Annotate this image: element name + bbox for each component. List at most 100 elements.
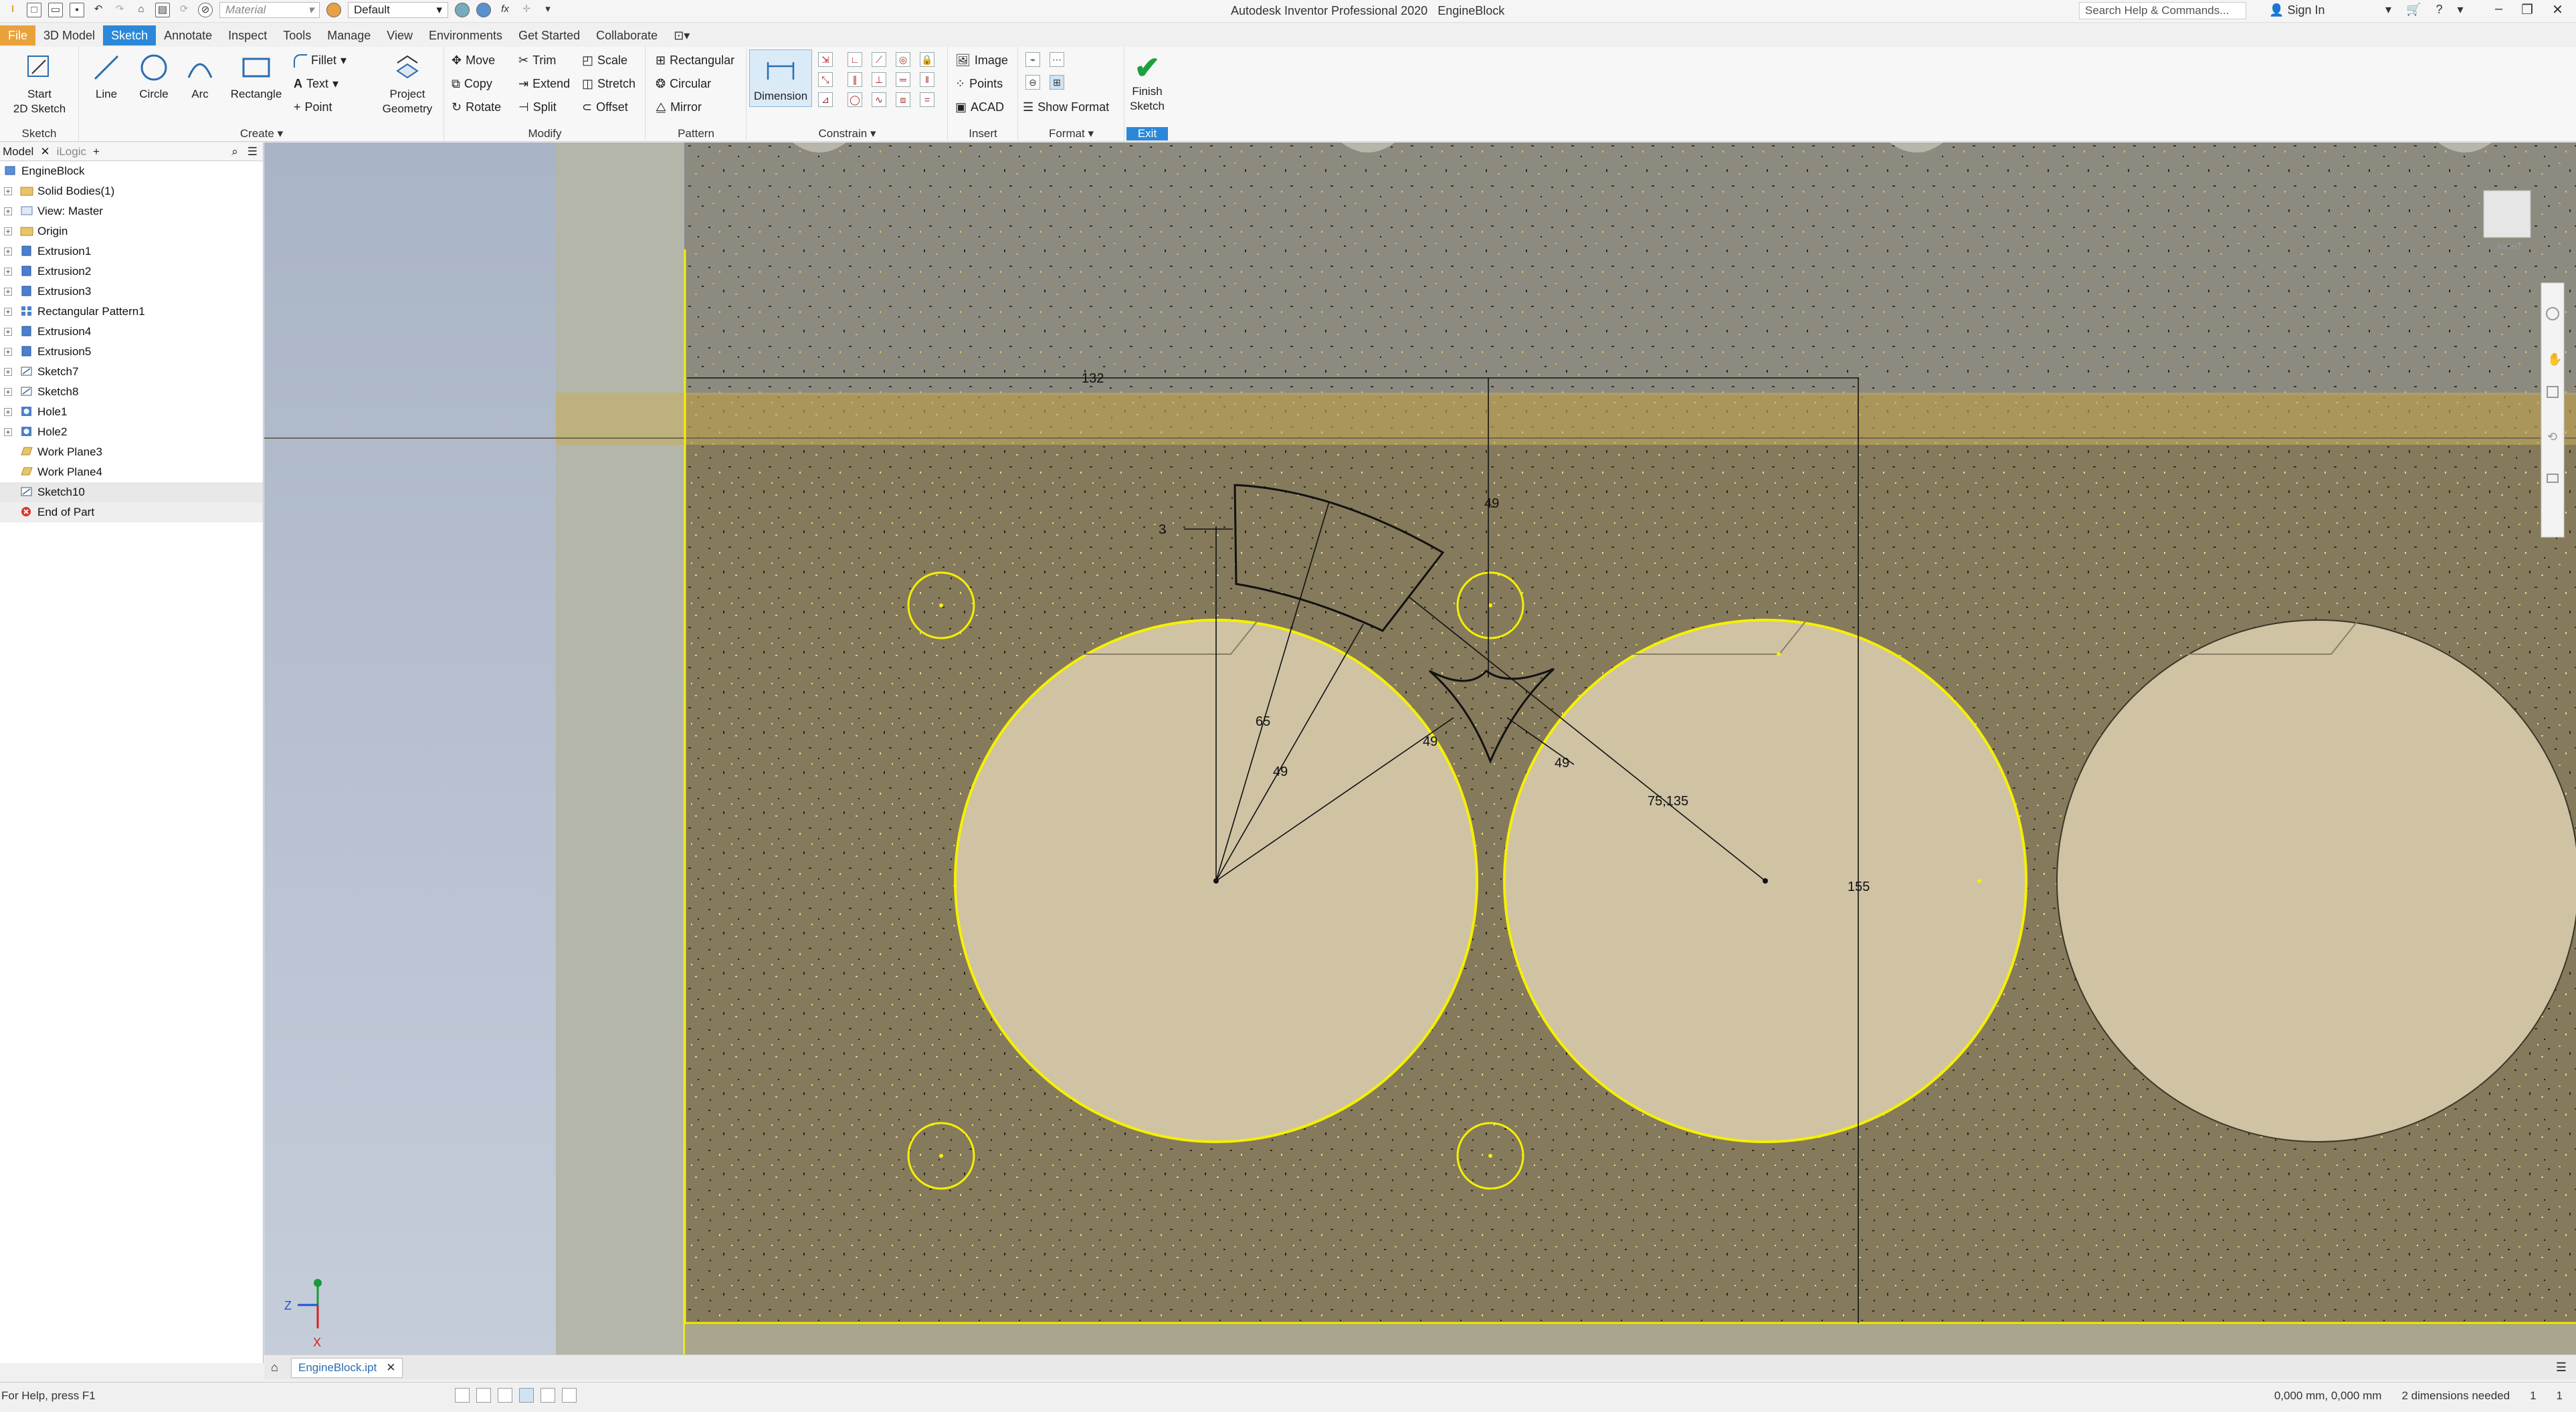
rotate-button[interactable]: ↻ Rotate [452,100,501,114]
orbit-icon[interactable]: ⟲ [2547,430,2557,444]
center-point-icon[interactable]: ⊖ [1025,75,1040,90]
infer-constraints-icon[interactable] [519,1388,534,1403]
parallel-icon[interactable]: ∥ [848,72,862,87]
offset-button[interactable]: ⊂ Offset [582,100,628,114]
undo-icon[interactable]: ↶ [91,3,106,17]
start-2d-sketch-button[interactable]: Start 2D Sketch [9,51,70,116]
horizontal-icon[interactable]: ═ [896,72,910,87]
minimize-icon[interactable]: – [2495,1,2502,18]
sketch-point[interactable] [1777,652,1781,656]
ribbon-options-icon[interactable]: ⊡▾ [666,25,698,45]
open-file-icon[interactable]: ▭ [48,3,63,17]
dimension-75-135[interactable]: 75,135 [1648,794,1688,809]
circle-button[interactable]: Circle [130,51,177,102]
document-tab[interactable]: EngineBlock.ipt ✕ [291,1358,403,1378]
dimension-49-a[interactable]: 49 [1273,765,1288,779]
tree-item-hole1[interactable]: + Hole1 [0,402,263,422]
tree-item-extrusion4[interactable]: + Extrusion4 [0,322,263,342]
search-icon[interactable]: ⌕ [231,145,238,159]
help-icon[interactable]: ? [2436,3,2442,17]
rectangle-button[interactable]: Rectangle [223,51,290,102]
adjust-icon[interactable] [455,3,470,17]
close-icon[interactable]: ✕ [386,1361,395,1375]
show-format-button[interactable]: ☰ Show Format [1023,100,1109,114]
tab-list-icon[interactable]: ☰ [2556,1360,2567,1375]
restore-icon[interactable]: ❐ [2521,1,2533,18]
tree-item-hole2[interactable]: + Hole2 [0,422,263,442]
chevron-down-icon[interactable]: ▾ [2457,3,2463,17]
sketch-point[interactable] [1977,879,1981,883]
close-icon[interactable]: ✕ [40,145,49,159]
dof-display-icon[interactable] [498,1388,512,1403]
auto-dimension-icon[interactable]: ⇲ [818,52,833,67]
dimension-49-c[interactable]: 49 [1555,756,1569,771]
redo-icon[interactable]: ↷ [112,3,127,17]
coincident-icon[interactable]: ∟ [848,52,862,67]
fillet-button[interactable]: Fillet ▾ [294,54,346,68]
expand-icon[interactable]: + [4,227,12,235]
tree-item-origin[interactable]: + Origin [0,221,263,241]
expand-icon[interactable]: + [4,187,12,195]
rectangular-pattern-button[interactable]: ⊞ Rectangular [656,54,734,68]
material-combo[interactable]: Material ▾ [219,2,320,18]
graphics-viewport[interactable]: 132 49 3 65 49 49 49 75,135 155 RIGHT ✋ … [264,142,2576,1354]
extend-button[interactable]: ⇥ Extend [518,77,570,91]
expand-icon[interactable]: + [4,408,12,416]
driven-dimension-icon[interactable]: ⊞ [1050,75,1064,90]
tree-item-rectangular-pattern1[interactable]: + Rectangular Pattern1 [0,302,263,322]
navigation-bar[interactable]: ✋ ⟲ [2541,282,2565,538]
constraint-settings-icon[interactable]: ⊿ [818,92,833,107]
add-icon[interactable]: ✛ [519,3,534,17]
expand-icon[interactable]: + [4,247,12,256]
grid-snap-icon[interactable] [455,1388,470,1403]
appearance-combo[interactable]: Default ▾ [348,2,448,18]
finish-sketch-button[interactable]: ✔ Finish Sketch [1126,51,1168,114]
tab-collaborate[interactable]: Collaborate [588,25,666,45]
tab-file[interactable]: File [0,25,36,45]
expand-icon[interactable]: + [4,388,12,396]
tree-item-sketch8[interactable]: + Sketch8 [0,382,263,402]
app-logo-icon[interactable]: I [5,3,20,17]
concentric-icon[interactable]: ◎ [896,52,910,67]
point-button[interactable]: + Point [294,100,332,114]
tab-sketch[interactable]: Sketch [103,25,157,45]
collinear-icon[interactable]: ⟋ [872,52,886,67]
dimension-3[interactable]: 3 [1159,522,1166,537]
home-icon[interactable]: ⌂ [271,1360,278,1375]
symmetric-icon[interactable]: ⧈ [896,92,910,107]
centerline-icon[interactable]: ⋯ [1050,52,1064,67]
cart-icon[interactable]: 🛒 [2406,3,2421,17]
update-icon[interactable]: ⟳ [177,3,191,17]
insert-image-button[interactable]: 🖼 Image [955,54,1008,68]
insert-acad-button[interactable]: ▣ ACAD [955,100,1004,114]
fix-icon[interactable]: 🔒 [920,52,934,67]
move-button[interactable]: ✥ Move [452,54,495,68]
line-button[interactable]: Line [86,51,126,102]
tab-model[interactable]: Model [3,145,33,159]
dimension-button[interactable]: Dimension [749,49,812,107]
tree-item-view-master[interactable]: + View: Master [0,201,263,221]
expand-icon[interactable]: + [4,308,12,316]
tab-view[interactable]: View [379,25,421,45]
tab-ilogic[interactable]: iLogic [57,145,86,159]
tree-root-engineblock[interactable]: EngineBlock [0,161,263,181]
persist-constraints-icon[interactable] [540,1388,555,1403]
text-button[interactable]: A Text ▾ [294,77,338,91]
expand-icon[interactable]: + [4,288,12,296]
arc-button[interactable]: Arc [180,51,220,102]
perpendicular-icon[interactable]: ⊥ [872,72,886,87]
save-icon[interactable]: ▪ [70,3,84,17]
expand-icon[interactable]: + [4,368,12,376]
tab-get-started[interactable]: Get Started [510,25,588,45]
close-icon[interactable]: ✕ [2552,1,2563,18]
tree-item-sketch7[interactable]: + Sketch7 [0,362,263,382]
clear-override-icon[interactable] [476,3,491,17]
search-input[interactable]: Search Help & Commands... [2079,2,2246,19]
chevron-down-icon[interactable]: ▾ [2385,3,2391,17]
tab-environments[interactable]: Environments [421,25,510,45]
split-button[interactable]: ⊣ Split [518,100,557,114]
tree-item-extrusion5[interactable]: + Extrusion5 [0,342,263,362]
smooth-icon[interactable]: ∿ [872,92,886,107]
cylinder-bore-3[interactable] [2056,619,2576,1142]
tree-item-sketch10[interactable]: Sketch10 [0,482,263,502]
